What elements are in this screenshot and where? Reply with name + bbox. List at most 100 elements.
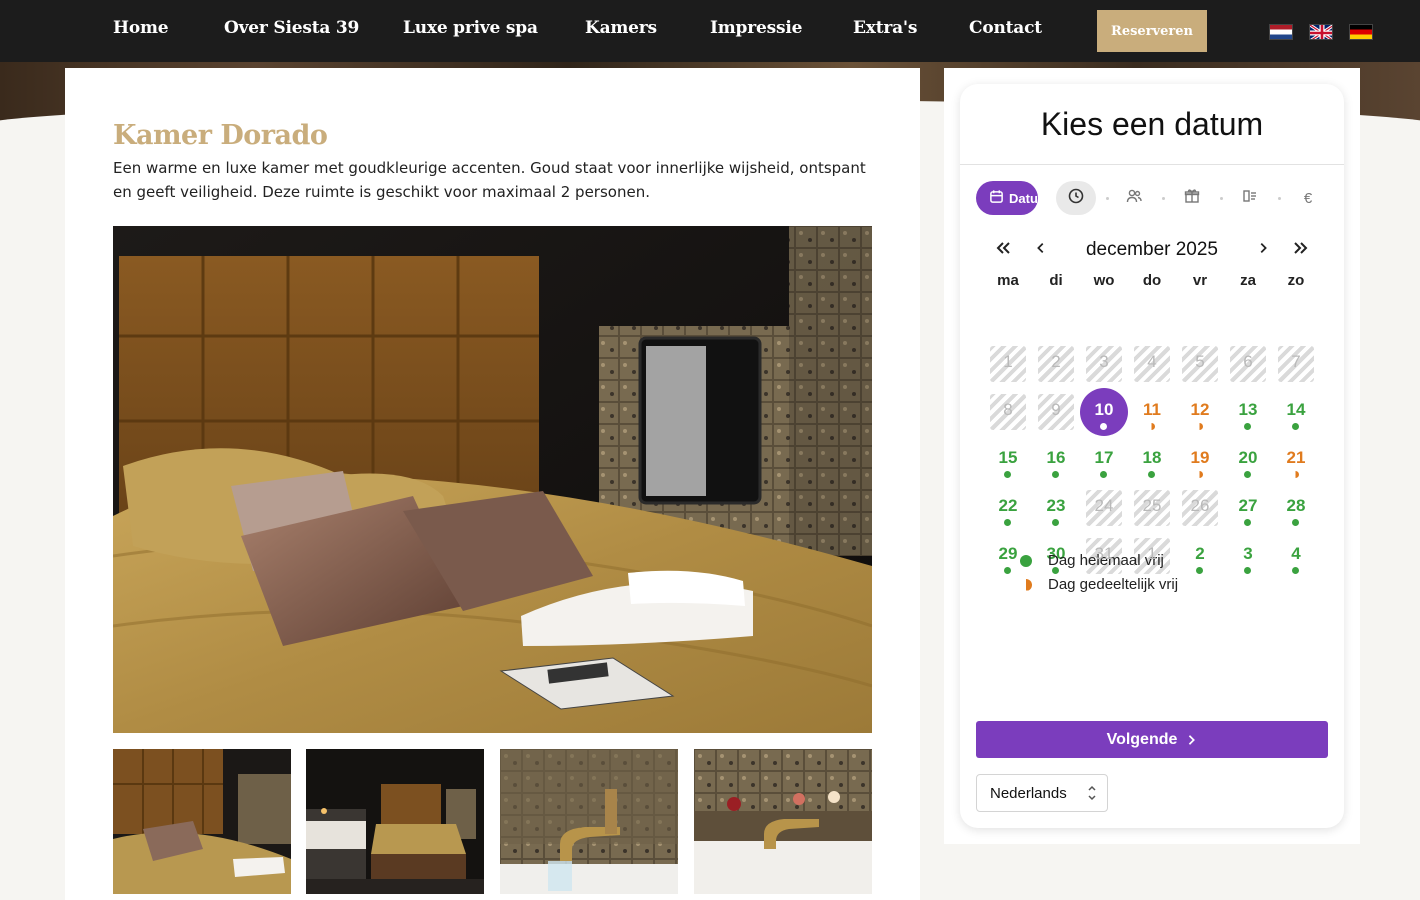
calendar-day: 26 — [1176, 484, 1224, 532]
day-number: 8 — [1003, 400, 1013, 419]
nav-contact[interactable]: Contact — [969, 18, 1042, 38]
next-button[interactable]: Volgende — [976, 721, 1328, 758]
prev-year-button[interactable] — [991, 236, 1015, 260]
day-number: 11 — [1143, 400, 1161, 419]
thumbnail-1[interactable] — [113, 749, 291, 894]
availability-dot-icon — [1052, 519, 1059, 526]
calendar-day[interactable]: 19 — [1176, 436, 1224, 484]
calendar-icon — [989, 189, 1004, 208]
availability-dot-icon — [1100, 423, 1107, 430]
next-year-button[interactable] — [1289, 236, 1313, 260]
calendar-day: 6 — [1224, 340, 1272, 388]
step-gift[interactable] — [1180, 181, 1204, 215]
uk-flag-icon[interactable] — [1309, 24, 1333, 40]
day-number: 9 — [1051, 400, 1061, 419]
calendar-day[interactable]: 22 — [984, 484, 1032, 532]
step-separator — [1162, 197, 1165, 200]
weekday-label: ma — [997, 272, 1019, 289]
day-number: 12 — [1190, 400, 1210, 419]
euro-icon[interactable]: € — [1296, 181, 1320, 215]
day-number: 29 — [998, 544, 1018, 563]
availability-dot-icon — [1244, 423, 1251, 430]
calendar-day[interactable]: 18 — [1128, 436, 1176, 484]
weekday-label: za — [1240, 272, 1256, 289]
day-number: 18 — [1142, 448, 1162, 467]
calendar-day: 1 — [984, 340, 1032, 388]
calendar-day[interactable]: 23 — [1032, 484, 1080, 532]
calendar-day[interactable]: 16 — [1032, 436, 1080, 484]
step-time[interactable] — [1056, 181, 1096, 215]
calendar-day[interactable]: 28 — [1272, 484, 1320, 532]
day-number: 16 — [1046, 448, 1066, 467]
de-flag-icon[interactable] — [1349, 24, 1373, 40]
day-number: 15 — [998, 448, 1018, 467]
nl-flag-icon[interactable] — [1269, 24, 1293, 40]
thumbnail-3[interactable] — [500, 749, 678, 894]
calendar-day[interactable]: 4 — [1272, 532, 1320, 580]
nav-over-siesta[interactable]: Over Siesta 39 — [224, 18, 359, 38]
weekday-label: zo — [1287, 272, 1305, 289]
booking-steps: Datum € — [976, 181, 1328, 215]
calendar-day[interactable]: 11 — [1128, 388, 1176, 436]
legend-partial: Dag gedeeltelijk vrij — [1020, 576, 1178, 593]
partial-availability-icon — [1199, 423, 1203, 430]
day-number: 6 — [1243, 352, 1253, 371]
calendar-day[interactable]: 17 — [1080, 436, 1128, 484]
availability-dot-icon — [1052, 471, 1059, 478]
thumbnail-4[interactable] — [694, 749, 872, 894]
step-date[interactable]: Datum — [976, 181, 1038, 215]
calendar-month-label: december 2025 — [1085, 239, 1219, 260]
chevron-updown-icon — [1087, 784, 1097, 806]
thumbnail-2[interactable] — [306, 749, 484, 894]
booking-widget: Kies een datum Datum — [960, 84, 1344, 828]
day-number: 3 — [1099, 352, 1109, 371]
language-select[interactable]: Nederlands — [976, 774, 1108, 812]
day-number: 14 — [1286, 400, 1306, 419]
calendar-day[interactable]: 10 — [1080, 388, 1128, 436]
calendar-day[interactable]: 15 — [984, 436, 1032, 484]
nav-home[interactable]: Home — [113, 18, 169, 38]
nav-luxe-prive-spa[interactable]: Luxe prive spa — [403, 18, 538, 38]
day-number: 27 — [1238, 496, 1258, 515]
legend-partial-label: Dag gedeeltelijk vrij — [1048, 576, 1179, 593]
partial-availability-icon — [1295, 471, 1299, 478]
calendar-day[interactable]: 20 — [1224, 436, 1272, 484]
calendar-day[interactable]: 12 — [1176, 388, 1224, 436]
next-button-label: Volgende — [1106, 730, 1178, 748]
language-value: Nederlands — [990, 784, 1067, 802]
calendar-day[interactable]: 27 — [1224, 484, 1272, 532]
calendar-day[interactable]: 21 — [1272, 436, 1320, 484]
step-options[interactable] — [1238, 181, 1262, 215]
chevron-right-icon — [1187, 734, 1197, 746]
calendar-day[interactable]: 13 — [1224, 388, 1272, 436]
day-number: 4 — [1147, 352, 1157, 371]
day-number: 26 — [1190, 496, 1210, 515]
day-number: 25 — [1142, 496, 1162, 515]
nav-extras[interactable]: Extra's — [853, 18, 917, 38]
legend-free: Dag helemaal vrij — [1020, 552, 1164, 569]
day-number: 31 — [1094, 544, 1114, 563]
day-number: 3 — [1243, 544, 1253, 563]
calendar-day[interactable]: 3 — [1224, 532, 1272, 580]
availability-dot-icon — [1148, 471, 1155, 478]
partial-availability-icon — [1199, 471, 1203, 478]
availability-dot-icon — [1244, 519, 1251, 526]
calendar-day[interactable]: 2 — [1176, 532, 1224, 580]
calendar-day: 3 — [1080, 340, 1128, 388]
step-persons[interactable] — [1122, 181, 1146, 215]
gift-icon — [1184, 188, 1200, 208]
step-separator — [1220, 197, 1223, 200]
calendar-day: 4 — [1128, 340, 1176, 388]
room-main-photo[interactable] — [113, 226, 872, 733]
free-dot-icon — [1020, 554, 1032, 567]
nav-impressie[interactable]: Impressie — [710, 18, 802, 38]
nav-kamers[interactable]: Kamers — [585, 18, 657, 38]
next-month-button[interactable] — [1251, 236, 1275, 260]
calendar-day: 7 — [1272, 340, 1320, 388]
reserveren-button[interactable]: Reserveren — [1097, 10, 1207, 52]
day-number: 2 — [1195, 544, 1205, 563]
day-number: 28 — [1286, 496, 1306, 515]
weekday-label: vr — [1192, 272, 1208, 289]
calendar-day: 9 — [1032, 388, 1080, 436]
calendar-day[interactable]: 14 — [1272, 388, 1320, 436]
